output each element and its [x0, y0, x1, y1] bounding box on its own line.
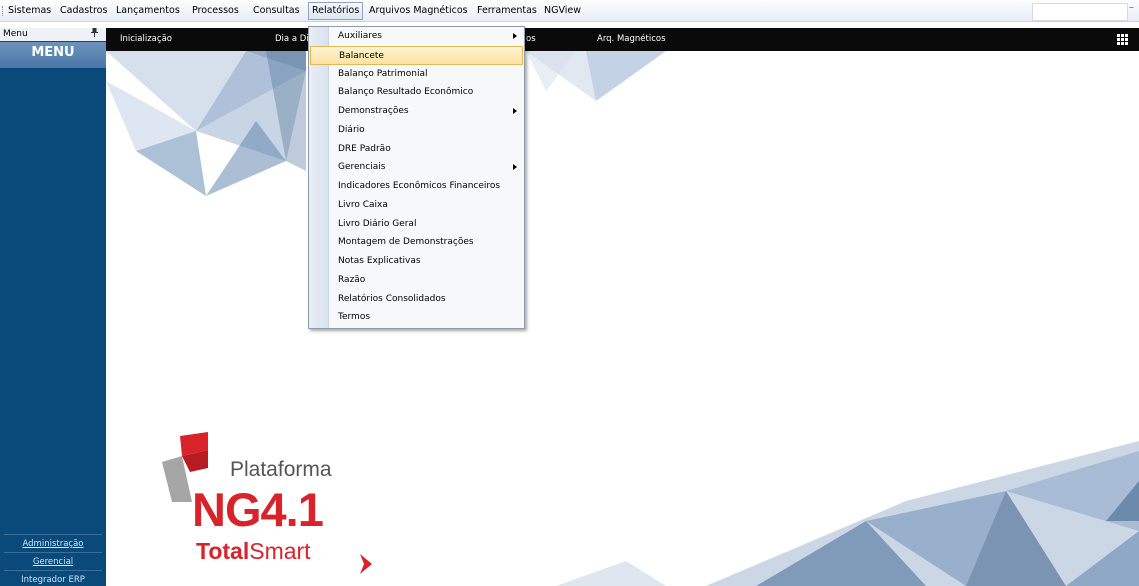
submenu-arrow-icon — [513, 33, 517, 39]
logo-plataforma: Plataforma — [230, 458, 332, 481]
menu-title: MENU — [0, 42, 106, 68]
menu-ferramentas[interactable]: Ferramentas — [477, 4, 537, 18]
minimize-button[interactable]: – — [1129, 2, 1134, 13]
platform-logo: Plataforma NG4.1 TotalSmart — [162, 432, 392, 582]
menu-consultas[interactable]: Consultas — [253, 4, 300, 18]
menubar-grip — [2, 6, 5, 16]
panel-header: Menu — [0, 28, 106, 41]
tab-arq-magneticos[interactable]: Arq. Magnéticos — [597, 34, 666, 44]
logo-totalsmart: TotalSmart — [196, 538, 311, 565]
menuitem-termos[interactable]: Termos — [310, 308, 523, 327]
menu-lancamentos[interactable]: Lançamentos — [116, 4, 180, 18]
logo-arrow-icon — [360, 554, 372, 574]
menuitem-label: Relatórios Consolidados — [338, 294, 446, 304]
quick-search-input[interactable] — [1032, 3, 1128, 21]
logo-total: Total — [196, 538, 250, 564]
menuitem-label: Livro Caixa — [338, 200, 388, 210]
menuitem-dre-padrao[interactable]: DRE Padrão — [310, 140, 523, 159]
menuitem-gerenciais[interactable]: Gerenciais — [310, 158, 523, 177]
menuitem-label: Notas Explicativas — [338, 256, 421, 266]
divider — [4, 534, 102, 535]
menuitem-label: Balanço Patrimonial — [338, 69, 428, 79]
logo-smart: Smart — [249, 538, 311, 564]
menu-sistemas[interactable]: Sistemas — [8, 4, 51, 18]
menu-ngview[interactable]: NGView — [544, 4, 581, 18]
pin-icon[interactable] — [91, 28, 98, 42]
nav-gerencial[interactable]: Gerencial — [0, 557, 106, 567]
divider — [4, 570, 102, 571]
menuitem-label: Termos — [338, 312, 371, 322]
apps-grid-icon[interactable] — [1117, 34, 1128, 45]
menuitem-label: Demonstrações — [338, 106, 409, 116]
menuitem-label: Razão — [338, 275, 366, 285]
tab-partial[interactable]: os — [526, 34, 536, 44]
main-menubar: Sistemas Cadastros Lançamentos Processos… — [0, 0, 1139, 22]
menuitem-livro-diario-geral[interactable]: Livro Diário Geral — [310, 215, 523, 234]
menuitem-auxiliares[interactable]: Auxiliares — [310, 27, 523, 46]
menuitem-indicadores[interactable]: Indicadores Econômicos Financeiros — [310, 177, 523, 196]
menuitem-label: Balancete — [339, 51, 384, 61]
menuitem-label: Livro Diário Geral — [338, 219, 417, 229]
submenu-arrow-icon — [513, 164, 517, 170]
submenu-arrow-icon — [513, 108, 517, 114]
menuitem-notas-explicativas[interactable]: Notas Explicativas — [310, 252, 523, 271]
menuitem-label: Montagem de Demonstrações — [338, 237, 474, 247]
menu-arquivos-magneticos[interactable]: Arquivos Magnéticos — [369, 4, 468, 18]
menuitem-balancete[interactable]: Balancete — [310, 46, 523, 65]
menuitem-label: Gerenciais — [338, 162, 386, 172]
menu-cadastros[interactable]: Cadastros — [60, 4, 107, 18]
logo-ng: NG4.1 — [192, 483, 324, 536]
tab-inicializacao[interactable]: Inicialização — [120, 34, 172, 44]
panel-header-label: Menu — [3, 29, 28, 39]
menuitem-razao[interactable]: Razão — [310, 271, 523, 290]
menuitem-relatorios-consolidados[interactable]: Relatórios Consolidados — [310, 290, 523, 309]
left-menu-panel: Menu MENU Administração Gerencial Integr… — [0, 28, 106, 586]
menu-relatorios[interactable]: Relatórios — [308, 2, 364, 20]
menuitem-diario[interactable]: Diário — [310, 121, 523, 140]
menuitem-demonstracoes[interactable]: Demonstrações — [310, 102, 523, 121]
menuitem-label: Indicadores Econômicos Financeiros — [338, 181, 501, 191]
menuitem-balanco-patrimonial[interactable]: Balanço Patrimonial — [310, 65, 523, 84]
menuitem-balanco-resultado-economico[interactable]: Balanço Resultado Econômico — [310, 83, 523, 102]
nav-integrador-erp[interactable]: Integrador ERP — [0, 575, 106, 585]
menuitem-livro-caixa[interactable]: Livro Caixa — [310, 196, 523, 215]
divider — [4, 552, 102, 553]
menuitem-label: Balanço Resultado Econômico — [338, 87, 474, 97]
menuitem-label: DRE Padrão — [338, 144, 391, 154]
nav-administracao[interactable]: Administração — [0, 539, 106, 549]
menuitem-label: Auxiliares — [338, 31, 382, 41]
menuitem-montagem-demonstracoes[interactable]: Montagem de Demonstrações — [310, 233, 523, 252]
module-toolbar: Inicialização Dia a Dia os Arq. Magnétic… — [106, 28, 1139, 51]
menu-processos[interactable]: Processos — [192, 4, 239, 18]
menuitem-label: Diário — [338, 125, 365, 135]
relatorios-dropdown-menu: Auxiliares Balancete Balanço Patrimonial… — [308, 26, 525, 329]
